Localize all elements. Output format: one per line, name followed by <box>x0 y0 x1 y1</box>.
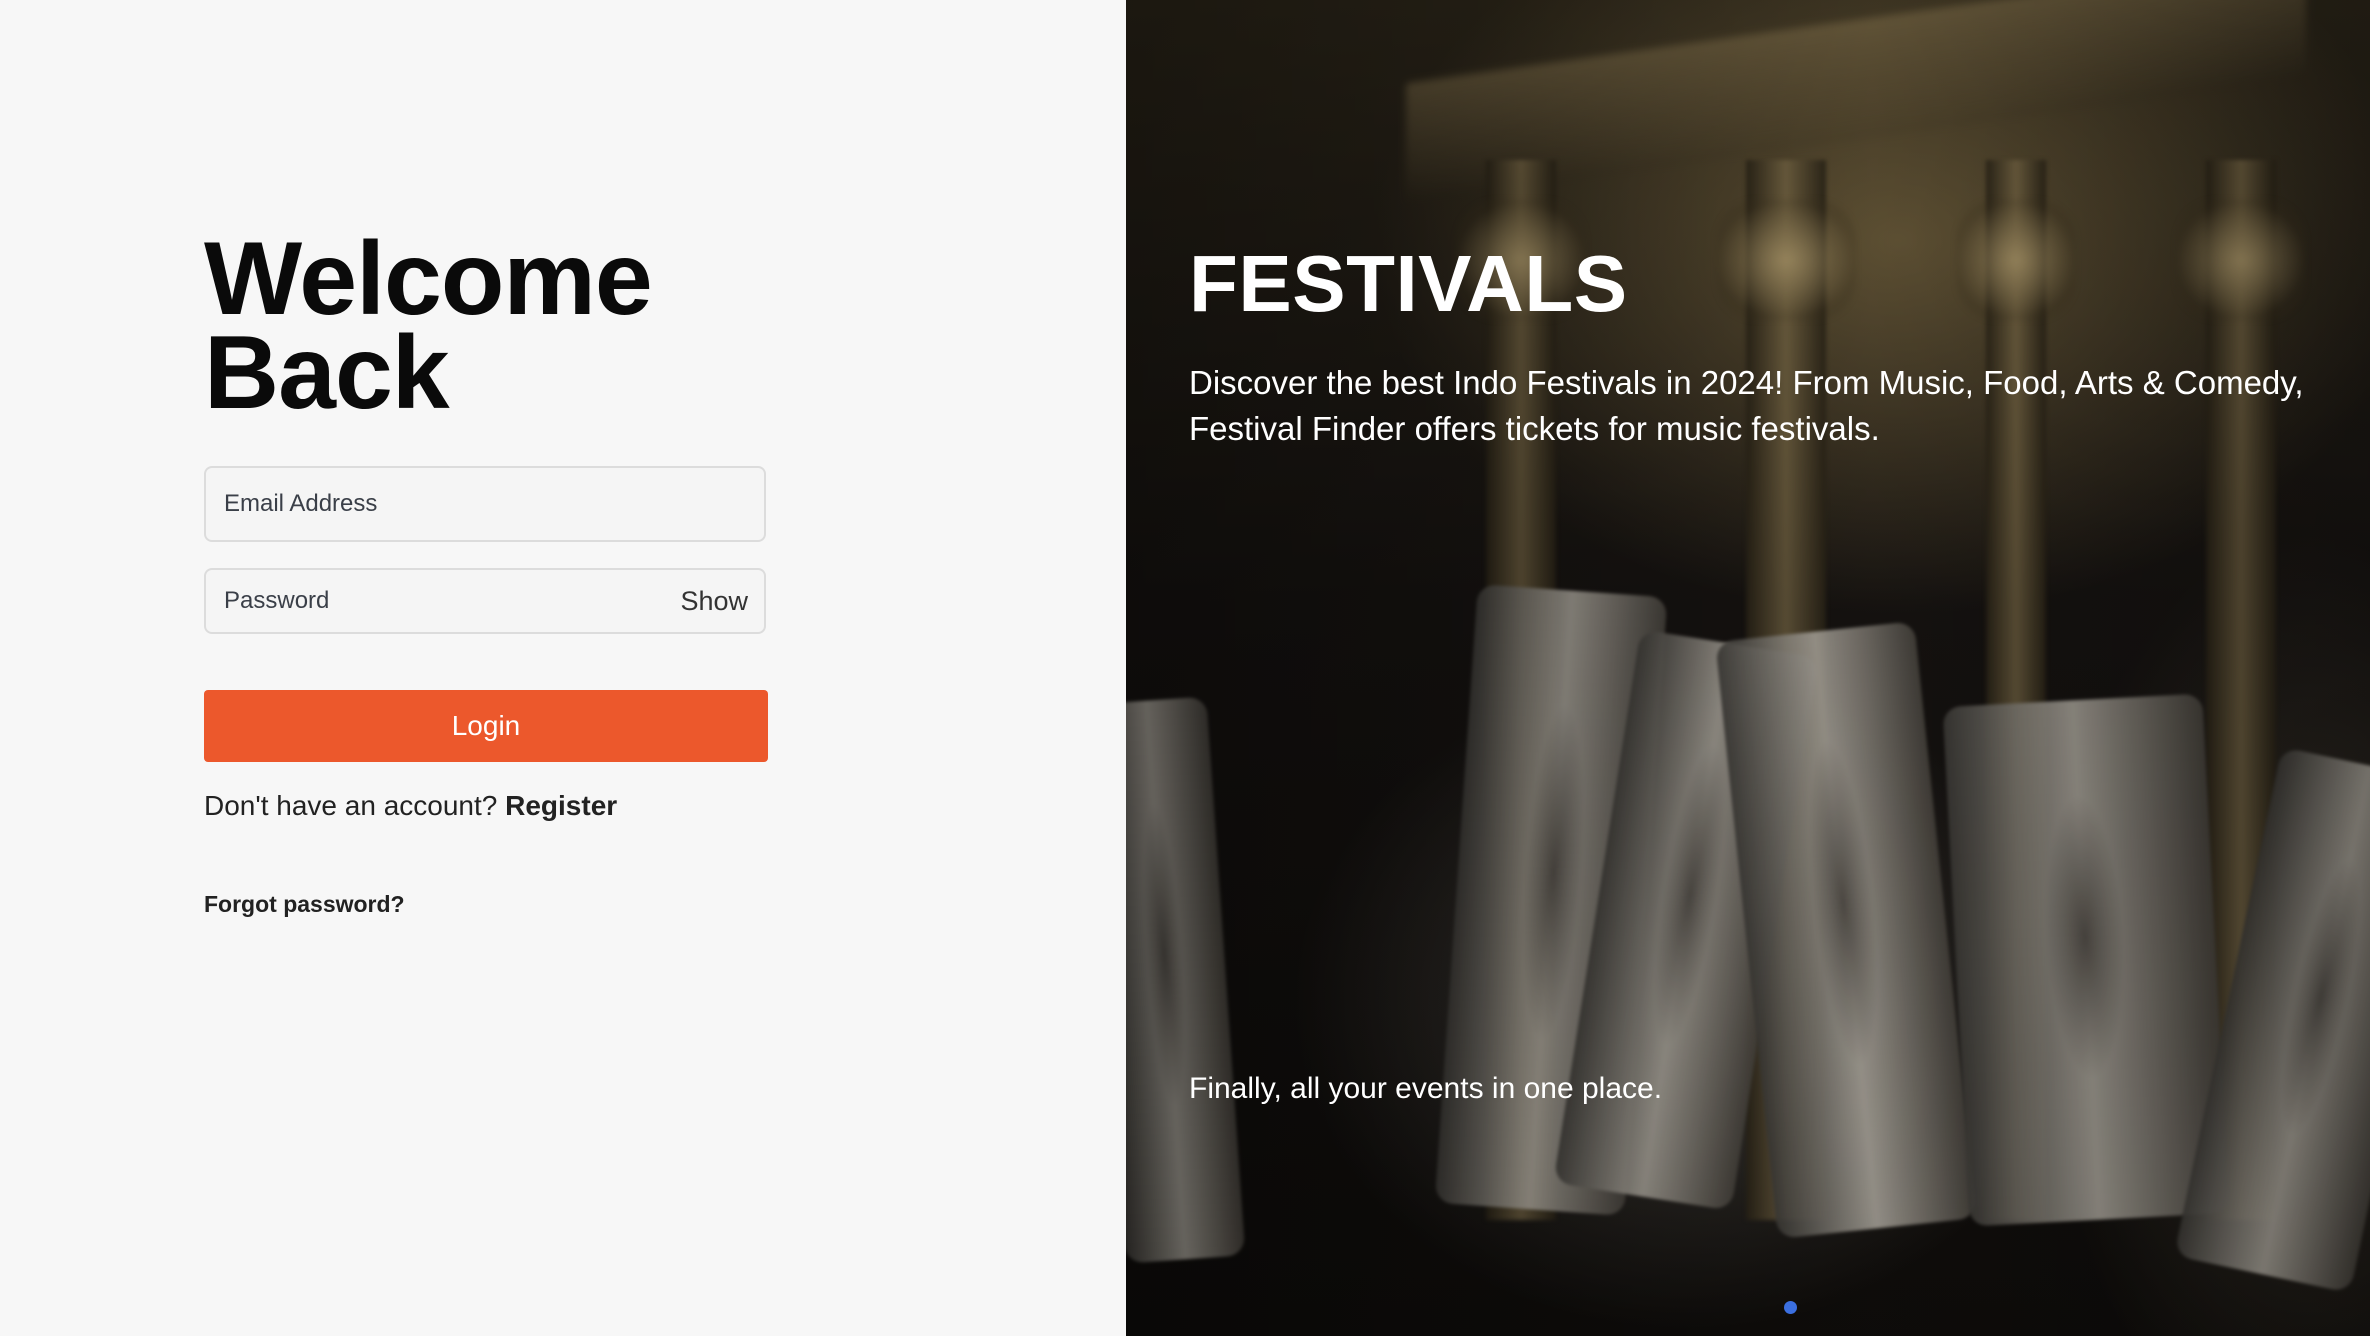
hero-tagline: Finally, all your events in one place. <box>1189 1072 1663 1105</box>
hero-headline: FESTIVALS <box>1189 239 1628 328</box>
login-panel: WelcomeBack Show Login Don't have an acc… <box>0 0 1126 1336</box>
register-link[interactable]: Register <box>505 790 617 821</box>
show-password-button[interactable]: Show <box>680 570 748 632</box>
title-line-2: Back <box>204 315 450 431</box>
image-overlay <box>1126 0 2370 1336</box>
hero-panel: FESTIVALS Discover the best Indo Festiva… <box>1126 0 2370 1336</box>
register-prompt: Don't have an account? Register <box>204 786 617 826</box>
forgot-password-link[interactable]: Forgot password? <box>204 888 405 920</box>
login-button[interactable]: Login <box>204 690 768 762</box>
password-field-wrapper: Show <box>204 568 766 634</box>
email-field-wrapper <box>204 466 766 542</box>
password-field[interactable] <box>224 570 664 632</box>
email-field[interactable] <box>224 468 664 540</box>
carousel-dot-active[interactable] <box>1784 1301 1797 1314</box>
page-title: Welcome Back <box>204 227 653 425</box>
hero-description: Discover the best Indo Festivals in 2024… <box>1189 364 2304 447</box>
no-account-text: Don't have an account? <box>204 790 498 821</box>
